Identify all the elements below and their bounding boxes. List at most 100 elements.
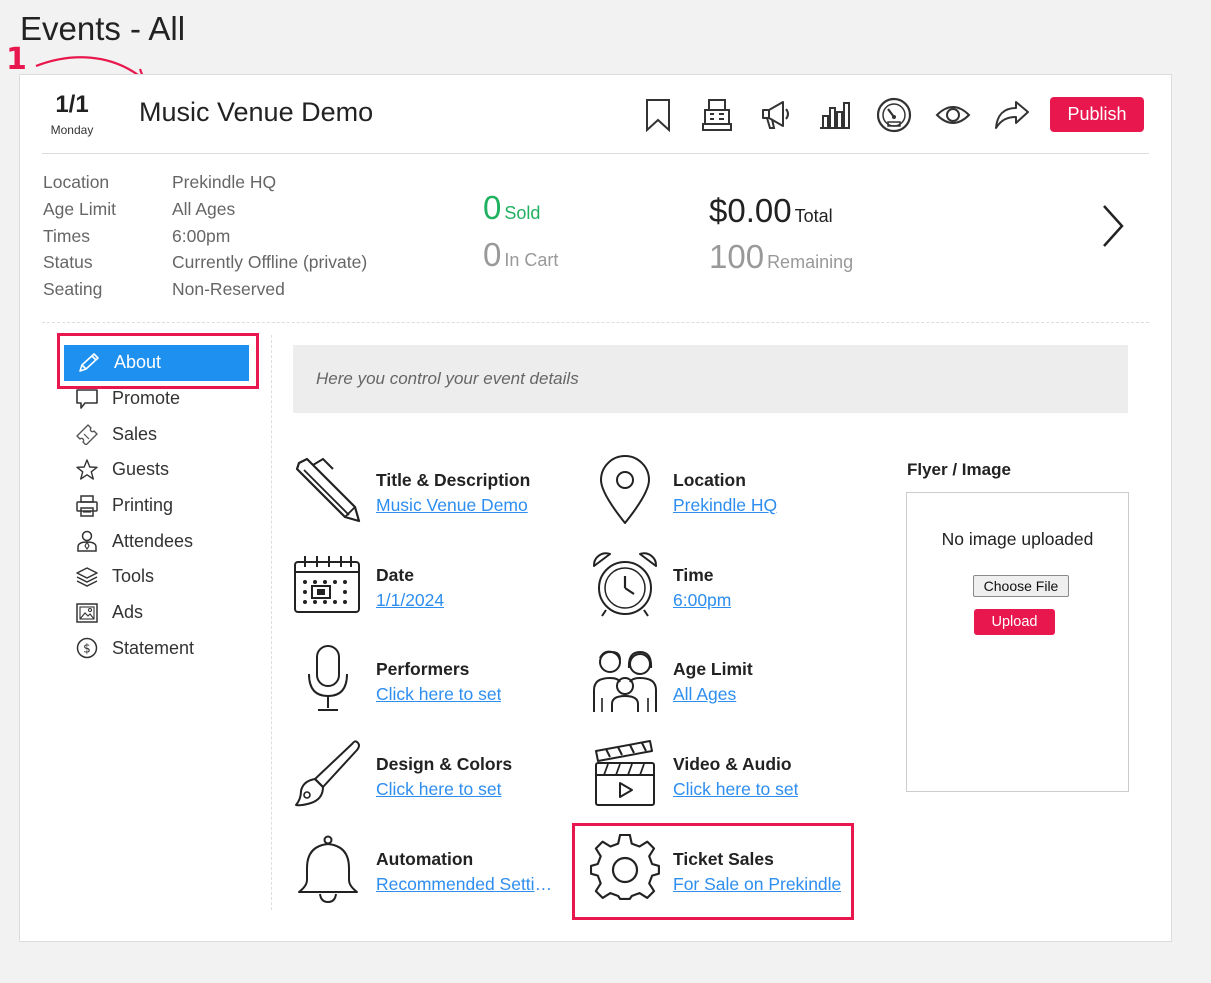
- family-icon: [593, 650, 657, 712]
- setting-link[interactable]: Click here to set: [673, 779, 798, 800]
- no-image-text: No image uploaded: [941, 529, 1094, 549]
- info-row-times: Times 6:00pm: [43, 223, 367, 250]
- cash-register-icon[interactable]: [697, 95, 737, 135]
- setting-automation[interactable]: Automation Recommended Settings: [293, 834, 557, 904]
- divider-vertical: [271, 335, 272, 910]
- setting-link[interactable]: All Ages: [673, 684, 753, 705]
- stat-sold: 0 Sold: [483, 189, 540, 227]
- annotation-box-3: [572, 823, 854, 920]
- info-label: Seating: [43, 279, 103, 300]
- setting-design-colors[interactable]: Design & Colors Click here to set: [293, 739, 512, 809]
- eye-icon[interactable]: [933, 95, 973, 135]
- map-pin-icon: [600, 455, 650, 524]
- setting-title: Automation: [376, 849, 474, 869]
- bell-icon: [298, 835, 358, 904]
- setting-title: Design & Colors: [376, 754, 513, 774]
- setting-link[interactable]: Click here to set: [376, 684, 501, 705]
- sidebar-item-label: Sales: [112, 423, 158, 444]
- sidebar-item-label: Attendees: [112, 530, 194, 551]
- upload-button[interactable]: Upload: [974, 609, 1055, 635]
- info-row-seating: Seating Non-Reserved: [43, 276, 367, 303]
- info-row-location: Location Prekindle HQ: [43, 169, 367, 196]
- bar-chart-icon[interactable]: [815, 95, 855, 135]
- sidebar-item-sales[interactable]: Sales: [62, 416, 272, 452]
- flyer-upload-box: No image uploaded Choose File Upload: [906, 492, 1129, 792]
- setting-link[interactable]: Click here to set: [376, 779, 512, 800]
- bookmark-icon[interactable]: [638, 95, 678, 135]
- share-icon[interactable]: [992, 95, 1032, 135]
- sidebar-item-tools[interactable]: Tools: [62, 559, 272, 595]
- info-value: All Ages: [172, 198, 236, 219]
- sidebar-item-label: Statement: [112, 637, 195, 658]
- sidebar-item-label: Tools: [112, 566, 155, 587]
- ticket-icon: [74, 423, 100, 446]
- setting-age-limit[interactable]: Age Limit All Ages: [590, 644, 753, 714]
- alarm-clock-icon: [593, 552, 657, 617]
- divider: [42, 322, 1149, 323]
- setting-title: Time: [673, 565, 714, 585]
- event-info: Location Prekindle HQ Age Limit All Ages T…: [43, 169, 367, 303]
- sidebar-item-label: Promote: [112, 388, 181, 409]
- event-weekday: Monday: [50, 123, 94, 137]
- info-label: Times: [43, 225, 90, 246]
- sidebar-item-label: Ads: [112, 602, 144, 623]
- annotation-box-2: [57, 333, 259, 389]
- setting-title: Video & Audio: [673, 754, 792, 774]
- setting-title: Date: [376, 565, 414, 585]
- sidebar-nav: About Promote Sales Guests Printing Atte…: [62, 345, 272, 666]
- layers-icon: [74, 566, 100, 588]
- setting-video-audio[interactable]: Video & Audio Click here to set: [590, 739, 798, 809]
- sidebar-item-label: Guests: [112, 459, 170, 480]
- setting-link[interactable]: Recommended Settings: [376, 874, 557, 895]
- publish-button[interactable]: Publish: [1050, 97, 1144, 132]
- setting-title: Performers: [376, 659, 470, 679]
- chevron-right-icon[interactable]: [1100, 203, 1126, 254]
- sidebar-item-attendees[interactable]: Attendees: [62, 523, 272, 559]
- info-label: Status: [43, 252, 93, 273]
- setting-link[interactable]: Prekindle HQ: [673, 495, 777, 516]
- setting-title: Title & Description: [376, 470, 531, 490]
- stat-remaining: 100 Remaining: [709, 238, 853, 276]
- sidebar-item-printing[interactable]: Printing: [62, 488, 272, 524]
- stat-total-label: Total: [794, 206, 833, 226]
- setting-title-description[interactable]: Title & Description Music Venue Demo: [293, 455, 530, 525]
- sidebar-item-ads[interactable]: Ads: [62, 595, 272, 631]
- setting-title: Location: [673, 470, 746, 490]
- sidebar-item-guests[interactable]: Guests: [62, 452, 272, 488]
- choose-file-button[interactable]: Choose File: [973, 575, 1069, 597]
- info-row-age-limit: Age Limit All Ages: [43, 196, 367, 223]
- info-label: Age Limit: [43, 198, 116, 219]
- sidebar-item-statement[interactable]: $ Statement: [62, 631, 272, 667]
- speedometer-icon[interactable]: [874, 95, 914, 135]
- stat-remaining-value: 100: [709, 238, 765, 275]
- setting-performers[interactable]: Performers Click here to set: [293, 644, 501, 714]
- info-label: Location: [43, 172, 110, 192]
- stat-in-cart: 0 In Cart: [483, 236, 558, 274]
- stat-sold-label: Sold: [504, 203, 541, 223]
- stat-total: $0.00 Total: [709, 192, 833, 230]
- stat-remaining-label: Remaining: [767, 252, 854, 272]
- clapperboard-icon: [595, 740, 655, 806]
- image-icon: [74, 602, 100, 624]
- setting-link[interactable]: Music Venue Demo: [376, 495, 530, 516]
- setting-date[interactable]: Date 1/1/2024: [293, 550, 444, 620]
- star-icon: [74, 459, 100, 481]
- calendar-icon: [294, 556, 360, 613]
- setting-time[interactable]: Time 6:00pm: [590, 550, 731, 620]
- paintbrush-icon: [295, 740, 360, 807]
- divider: [42, 153, 1149, 154]
- person-icon: [74, 530, 100, 553]
- info-value: Currently Offline (private): [172, 252, 368, 273]
- flyer-title: Flyer / Image: [907, 460, 1011, 479]
- stat-in-cart-label: In Cart: [504, 250, 559, 270]
- info-value: Prekindle HQ: [172, 172, 277, 192]
- setting-link[interactable]: 6:00pm: [673, 590, 731, 611]
- printer-icon: [74, 494, 100, 517]
- microphone-icon: [308, 645, 348, 711]
- event-date: 1/1 Monday: [42, 91, 102, 137]
- annotation-1: 1: [6, 42, 27, 77]
- setting-link[interactable]: 1/1/2024: [376, 590, 444, 611]
- event-date-number: 1/1: [55, 91, 89, 118]
- setting-location[interactable]: Location Prekindle HQ: [590, 455, 777, 525]
- megaphone-icon[interactable]: [756, 95, 796, 135]
